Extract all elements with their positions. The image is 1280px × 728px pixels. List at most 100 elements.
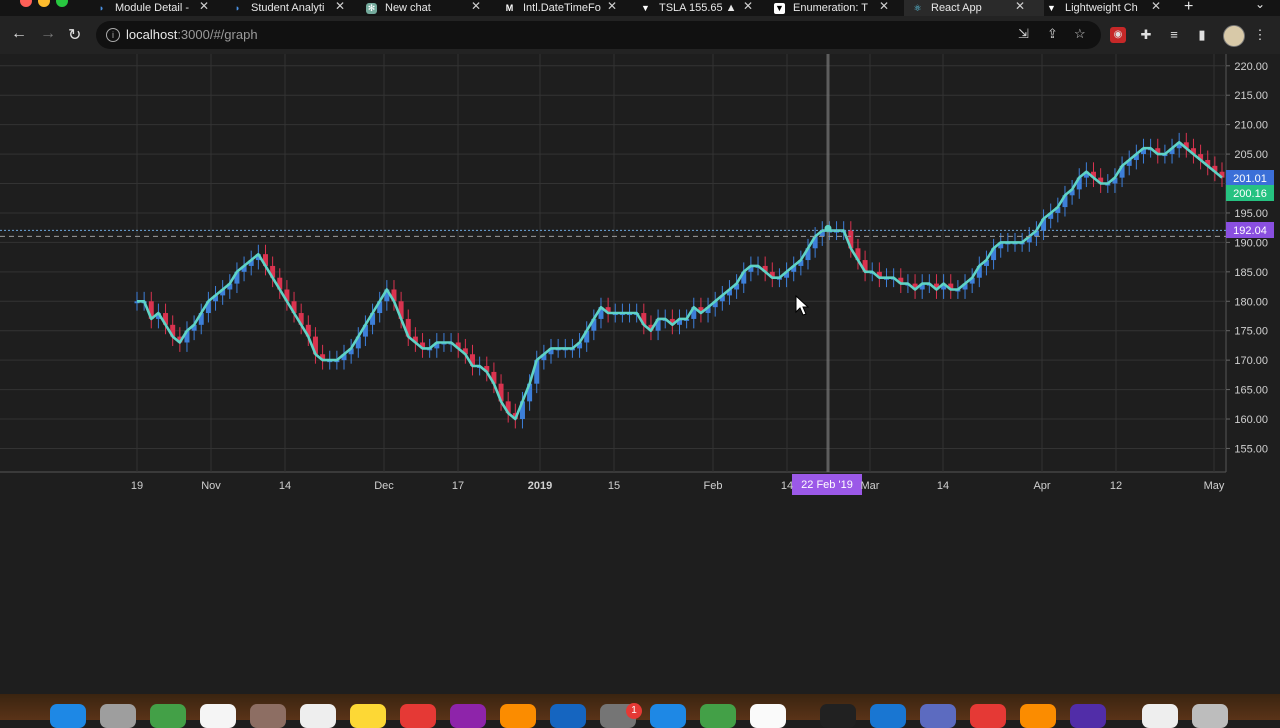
preview-icon[interactable] (1142, 704, 1178, 728)
messages-icon[interactable] (150, 704, 186, 728)
last-value-label-green: 200.16 (1233, 188, 1267, 200)
price-tick-label: 195.00 (1234, 208, 1268, 220)
podcasts-icon[interactable] (450, 704, 486, 728)
install-app-icon[interactable]: ⇲ (1018, 26, 1029, 42)
reading-list-icon[interactable]: ≡ (1166, 27, 1182, 43)
extensions-puzzle-icon[interactable]: ✚ (1138, 27, 1154, 43)
time-tick-label: 14 (781, 480, 793, 492)
zoom-window-button[interactable] (56, 0, 68, 7)
imovie-icon[interactable] (1070, 704, 1106, 728)
price-line-label: 192.04 (1233, 225, 1267, 237)
new-tab-button[interactable]: + (1184, 0, 1193, 16)
notes-icon[interactable] (350, 704, 386, 728)
tab-close-icon[interactable]: ✕ (743, 0, 753, 12)
testflight-icon[interactable] (650, 704, 686, 728)
tradingview-favicon: ▼ (1047, 3, 1056, 13)
price-tick-label: 170.00 (1234, 355, 1268, 367)
tab-bar: ◗ Module Detail - ✕ ◗ Student Analyti ✕ … (0, 0, 1280, 16)
time-tick-label: 14 (937, 480, 949, 492)
notification-badge: 1 (626, 703, 642, 719)
side-panel-icon[interactable]: ▮ (1194, 27, 1210, 43)
back-button[interactable]: ← (11, 25, 27, 43)
terminal-icon[interactable] (820, 704, 856, 728)
reload-button[interactable]: ↻ (68, 25, 81, 45)
last-value-label-blue: 201.01 (1233, 173, 1267, 185)
teams-icon[interactable] (920, 704, 956, 728)
price-tick-label: 155.00 (1234, 443, 1268, 455)
vscode-icon[interactable] (870, 704, 906, 728)
time-tick-label: Feb (704, 480, 723, 492)
time-tick-label: Apr (1033, 480, 1050, 492)
price-tick-label: 160.00 (1234, 414, 1268, 426)
tab-close-icon[interactable]: ✕ (199, 0, 209, 12)
react-favicon: ⚛ (913, 2, 922, 13)
time-tick-label: 19 (131, 480, 143, 492)
price-tick-label: 185.00 (1234, 267, 1268, 279)
minimize-window-button[interactable] (38, 0, 50, 7)
candles-layer (134, 132, 1225, 429)
tradingview-favicon: ▼ (774, 2, 785, 14)
trash-icon[interactable] (1192, 704, 1228, 728)
time-tick-label: Nov (201, 480, 221, 492)
chrome-icon[interactable] (750, 704, 786, 728)
bookmark-star-icon[interactable]: ☆ (1074, 26, 1086, 42)
price-tick-label: 215.00 (1234, 90, 1268, 102)
calendar-icon[interactable] (200, 704, 236, 728)
price-axis[interactable]: 220.00215.00210.00205.00200.00195.00190.… (1226, 61, 1274, 456)
url-text[interactable]: localhost:3000/#/graph (126, 27, 258, 42)
tab-close-icon[interactable]: ✕ (879, 0, 889, 12)
profile-avatar[interactable] (1223, 25, 1245, 47)
price-tick-label: 220.00 (1234, 61, 1268, 73)
time-tick-label: Mar (861, 480, 880, 492)
tab-close-icon[interactable]: ✕ (1151, 0, 1161, 12)
launchpad-icon[interactable] (100, 704, 136, 728)
chart-container[interactable]: 22 Feb '19 220.00215.00210.00205.00200.0… (0, 54, 1280, 498)
time-tick-label: 12 (1110, 480, 1122, 492)
price-tick-label: 175.00 (1234, 326, 1268, 338)
mdn-favicon: M (505, 3, 514, 13)
time-tick-label: 17 (452, 480, 464, 492)
share-icon[interactable]: ⇪ (1047, 26, 1058, 42)
tradingview-favicon: ▼ (641, 3, 650, 13)
tab-close-icon[interactable]: ✕ (607, 0, 617, 12)
price-chart[interactable]: 22 Feb '19 220.00215.00210.00205.00200.0… (0, 54, 1280, 498)
time-tick-label: 2019 (528, 480, 552, 492)
price-tick-label: 165.00 (1234, 385, 1268, 397)
price-tick-label: 205.00 (1234, 149, 1268, 161)
pencil-app-icon[interactable] (1020, 704, 1056, 728)
price-tick-label: 190.00 (1234, 237, 1268, 249)
menu-kebab-icon[interactable]: ⋮ (1252, 27, 1268, 43)
reminders-icon[interactable] (300, 704, 336, 728)
time-tick-label: Dec (374, 480, 394, 492)
chatgpt-favicon: ✻ (366, 2, 377, 14)
time-tick-label: 14 (279, 480, 291, 492)
numbers-icon[interactable] (700, 704, 736, 728)
price-tick-label: 210.00 (1234, 120, 1268, 132)
mouse-cursor-icon (795, 294, 810, 316)
site-info-icon[interactable]: i (106, 28, 120, 42)
chart-grid (0, 54, 1227, 473)
time-tick-label: 15 (608, 480, 620, 492)
time-tick-label: May (1204, 480, 1225, 492)
browser-toolbar: ← → ↻ i localhost:3000/#/graph ⇲ ⇪ ☆ ◉ ✚… (0, 16, 1280, 54)
finder-icon[interactable] (50, 704, 86, 728)
tab-close-icon[interactable]: ✕ (1015, 0, 1025, 12)
crosshair-marker (824, 224, 832, 232)
crosshair-date-label: 22 Feb '19 (801, 479, 853, 491)
xcode-icon[interactable] (550, 704, 586, 728)
music-icon[interactable] (400, 704, 436, 728)
time-axis[interactable]: 19 Nov 14 Dec 17 2019 15 Feb 14 Mar 14 Apr 12 May (131, 480, 1225, 492)
module-favicon: ◗ (98, 3, 105, 13)
anydesk-icon[interactable] (970, 704, 1006, 728)
address-bar[interactable]: i localhost:3000/#/graph ⇲ ⇪ ☆ (96, 21, 1101, 49)
extension-red-icon[interactable]: ◉ (1110, 27, 1126, 43)
forward-button[interactable]: → (40, 25, 56, 43)
close-window-button[interactable] (20, 0, 32, 7)
tab-search-chevron-icon[interactable]: ⌄ (1255, 0, 1265, 11)
analytics-favicon: ◗ (234, 3, 241, 13)
price-tick-label: 180.00 (1234, 296, 1268, 308)
contacts-icon[interactable] (250, 704, 286, 728)
tab-close-icon[interactable]: ✕ (335, 0, 345, 12)
tab-close-icon[interactable]: ✕ (471, 0, 481, 12)
pages-icon[interactable] (500, 704, 536, 728)
